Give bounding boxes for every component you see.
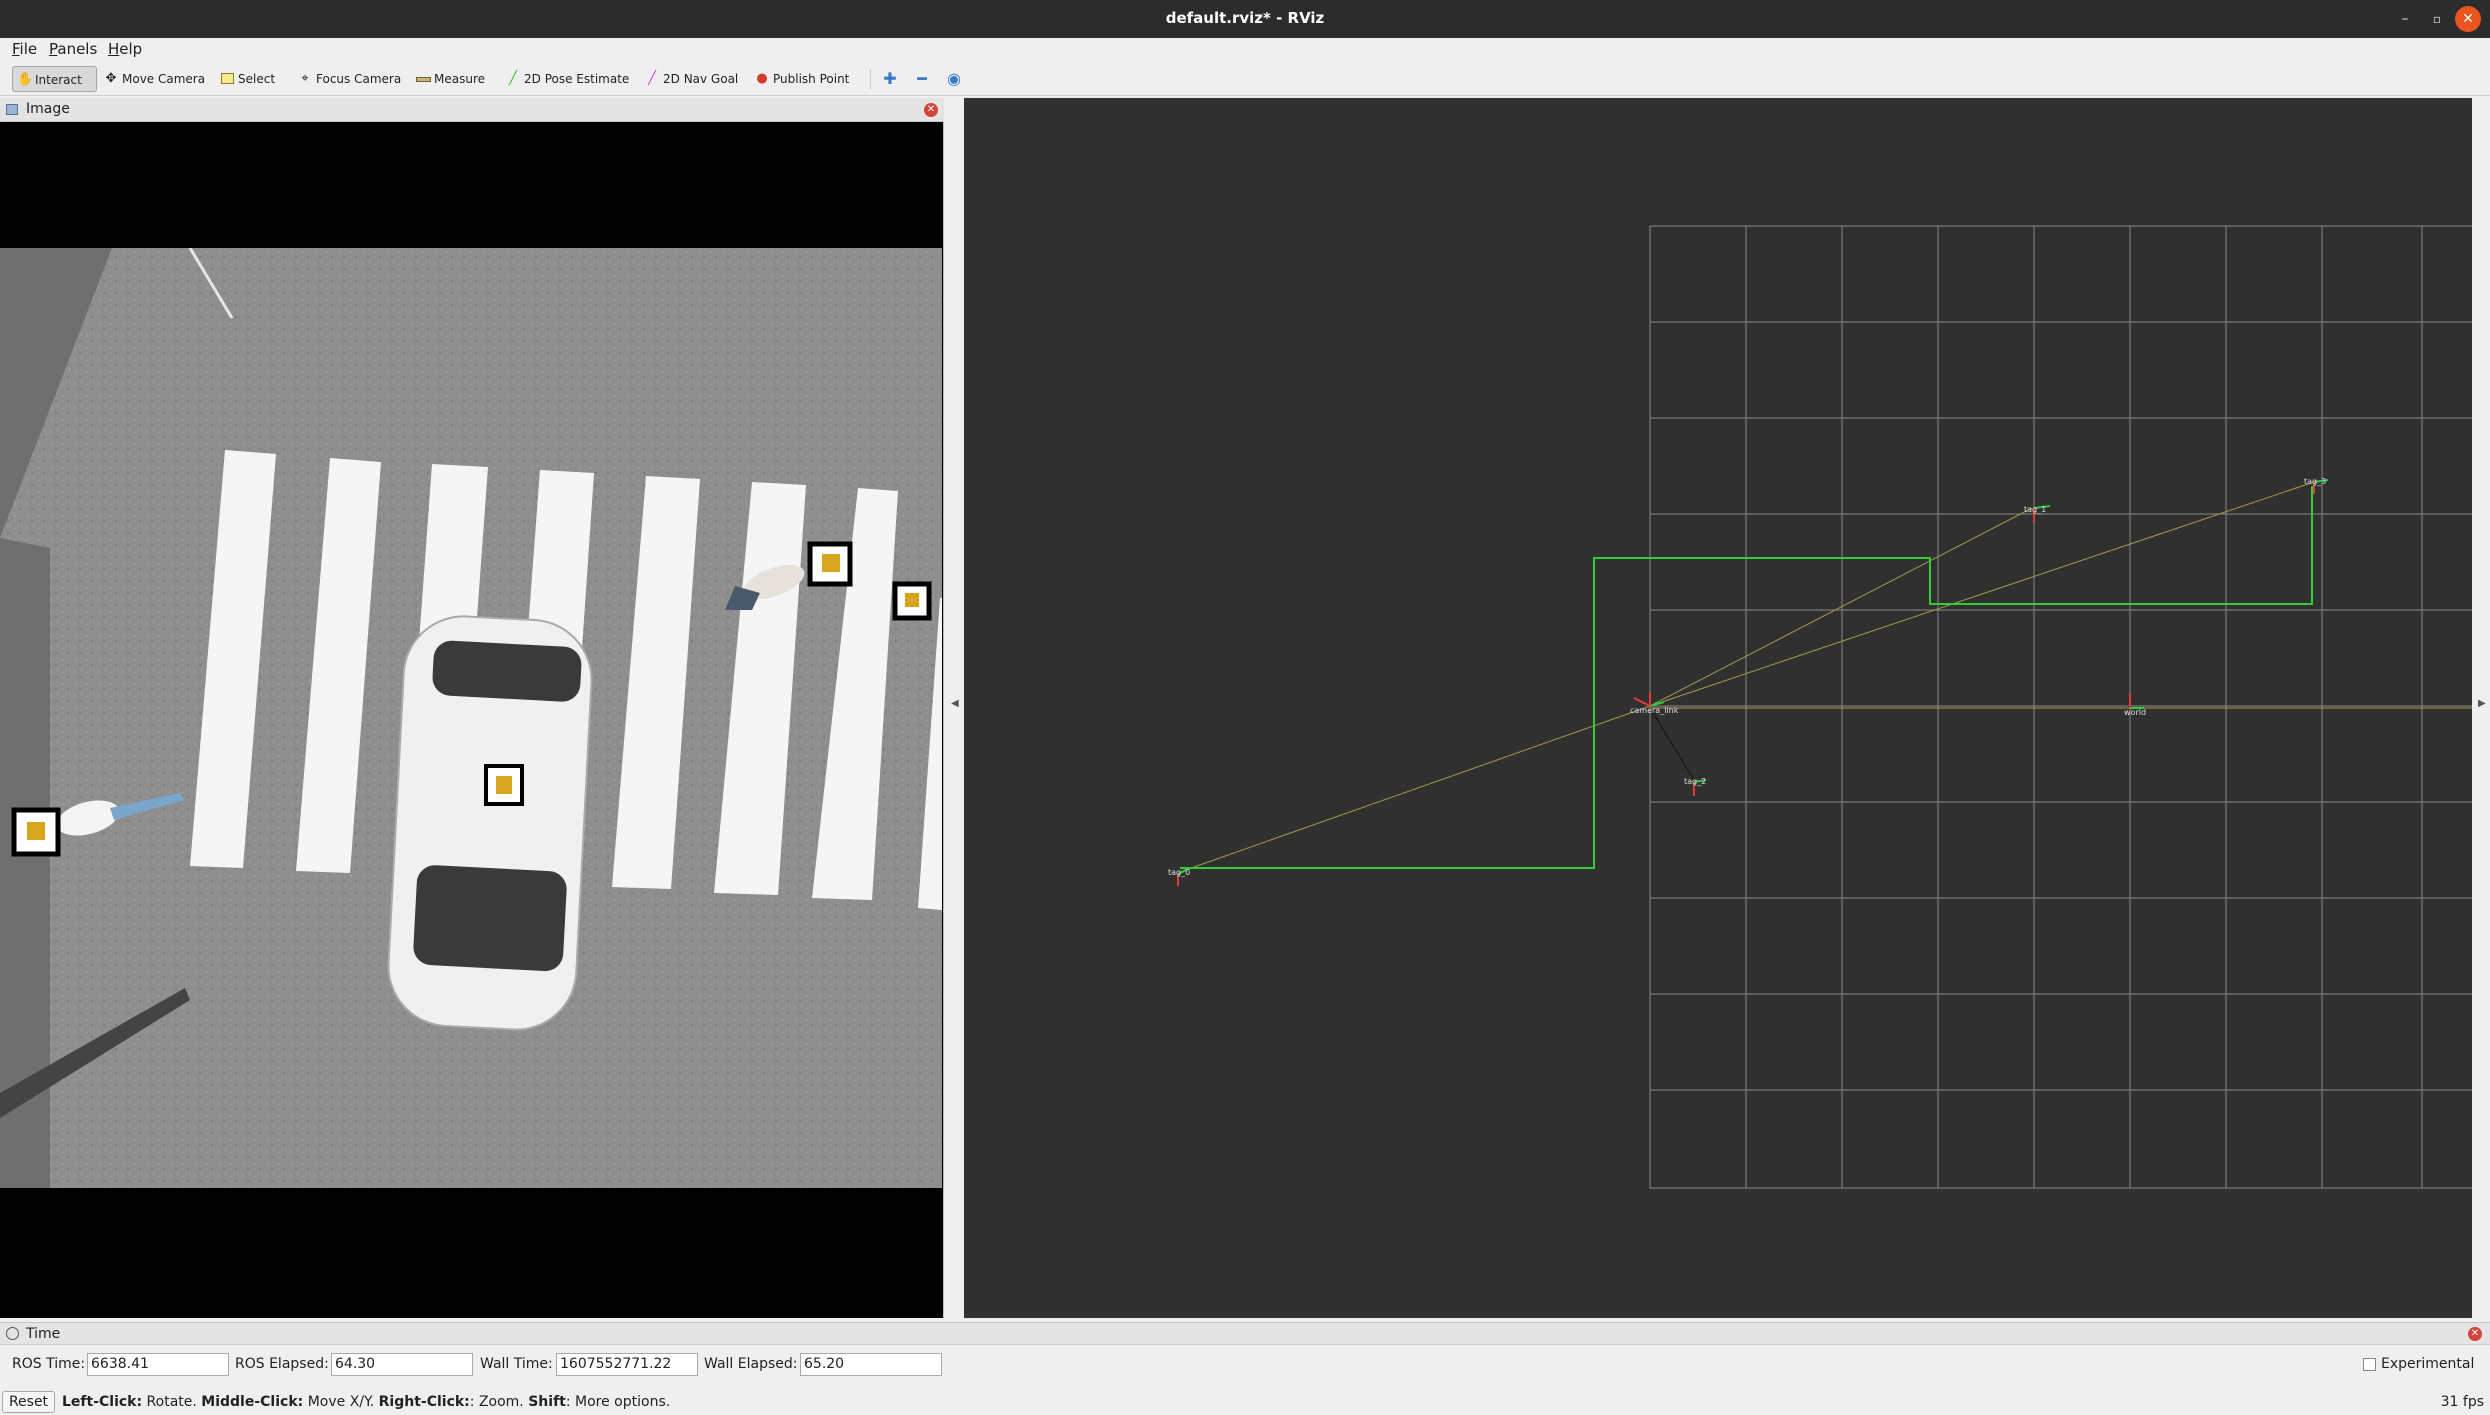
time-panel-close-button[interactable]: ✕: [2468, 1327, 2482, 1341]
maximize-button[interactable]: ▫: [2424, 6, 2450, 32]
nav-goal-tool[interactable]: ╱ 2D Nav Goal: [641, 66, 738, 92]
nav-goal-label: 2D Nav Goal: [663, 72, 739, 86]
move-camera-tool[interactable]: ✥ Move Camera: [100, 66, 206, 92]
image-panel-header: Image ✕: [0, 98, 944, 122]
move-camera-label: Move Camera: [122, 72, 206, 86]
menu-panels-label: anels: [57, 40, 98, 58]
window-titlebar: default.rviz* - RViz – ▫ ✕: [0, 0, 2490, 38]
map-pin-icon: ●: [756, 71, 768, 86]
measure-label: Measure: [434, 72, 485, 86]
menu-help-mnemonic: H: [108, 40, 120, 58]
pose-estimate-label: 2D Pose Estimate: [524, 72, 630, 86]
hint-shift-desc: : More options.: [565, 1394, 671, 1410]
measure-tool[interactable]: Measure: [412, 66, 485, 92]
experimental-label: Experimental: [2381, 1356, 2475, 1372]
frame-label-tag-2: tag_2: [1684, 777, 1706, 786]
ros-time-field[interactable]: 6638.41: [87, 1353, 229, 1376]
interact-label: Interact: [35, 73, 82, 87]
select-label: Select: [238, 72, 276, 86]
hint-left-click: Left-Click:: [62, 1394, 143, 1410]
hint-middle-click-desc: Move X/Y.: [303, 1394, 379, 1410]
reset-button[interactable]: Reset: [2, 1391, 55, 1413]
focus-camera-label: Focus Camera: [316, 72, 402, 86]
ros-elapsed-label: ROS Elapsed:: [235, 1356, 329, 1372]
frame-label-camera: camera_link: [1630, 706, 1679, 715]
minimize-button[interactable]: –: [2392, 6, 2418, 32]
ros-time-label: ROS Time:: [12, 1356, 86, 1372]
ruler-icon: [416, 71, 431, 87]
wall-time-field[interactable]: 1607552771.22: [556, 1353, 698, 1376]
hint-left-click-desc: Rotate.: [142, 1394, 202, 1410]
publish-point-label: Publish Point: [773, 72, 850, 86]
publish-point-tool[interactable]: ● Publish Point: [751, 66, 849, 92]
time-panel-header: Time ✕: [0, 1323, 2490, 1345]
menu-help-label: elp: [119, 40, 143, 58]
focus-crosshair-icon: ⌖: [301, 71, 309, 86]
interact-tool[interactable]: ✋ Interact: [12, 66, 97, 92]
menu-file[interactable]: File: [12, 40, 37, 58]
scene-svg[interactable]: tag_0 tag_1 tag_2 tag_3 camera_link worl…: [964, 98, 2472, 1318]
expand-right-icon[interactable]: ▶: [2478, 698, 2486, 709]
wall-elapsed-field[interactable]: 65.20: [800, 1353, 942, 1376]
status-bar: Reset Left-Click: Rotate. Middle-Click: …: [0, 1390, 2490, 1415]
right-dock-splitter[interactable]: ▶: [2472, 98, 2490, 1318]
render-3d-view[interactable]: tag_0 tag_1 tag_2 tag_3 camera_link worl…: [964, 98, 2472, 1318]
green-arrow-icon: ╱: [509, 71, 517, 86]
menu-bar: File Panels Help: [0, 38, 2490, 60]
move-arrows-icon: ✥: [105, 71, 117, 86]
frame-label-tag-0: tag_0: [1168, 868, 1190, 877]
toolbar-separator: [870, 69, 871, 89]
tool-properties-eye-icon[interactable]: ◉: [945, 70, 963, 88]
frame-label-tag-3: tag_3: [2304, 477, 2326, 486]
pink-arrow-icon: ╱: [648, 71, 656, 86]
frame-label-tag-1: tag_1: [2024, 505, 2046, 514]
wall-elapsed-label: Wall Elapsed:: [704, 1356, 798, 1372]
wall-time-label: Wall Time:: [480, 1356, 553, 1372]
tool-toolbar: ✋ Interact ✥ Move Camera Select ⌖ Focus …: [0, 62, 2490, 96]
image-panel-icon: [6, 104, 18, 115]
remove-tool-icon[interactable]: ━: [913, 70, 931, 88]
add-tool-icon[interactable]: ✚: [881, 70, 899, 88]
window-title: default.rviz* - RViz: [1165, 9, 1325, 27]
menu-file-mnemonic: F: [12, 40, 20, 58]
experimental-checkbox[interactable]: [2363, 1358, 2376, 1371]
camera-image[interactable]: [0, 248, 942, 1188]
fps-counter: 31 fps: [2440, 1394, 2484, 1410]
pose-estimate-tool[interactable]: ╱ 2D Pose Estimate: [502, 66, 629, 92]
select-box-icon: [220, 71, 234, 87]
hint-right-click-desc: : Zoom.: [469, 1394, 529, 1410]
image-panel-title: Image: [26, 101, 70, 117]
close-window-button[interactable]: ✕: [2455, 6, 2481, 32]
select-tool[interactable]: Select: [216, 66, 275, 92]
hand-icon: ✋: [17, 72, 34, 87]
time-panel: Time ✕ ROS Time: 6638.41 ROS Elapsed: 64…: [0, 1322, 2490, 1390]
panel-splitter[interactable]: ◀: [946, 98, 964, 1318]
car: [387, 615, 593, 1031]
image-panel-close-button[interactable]: ✕: [924, 103, 938, 117]
menu-file-label: ile: [19, 40, 38, 58]
hint-middle-click: Middle-Click:: [201, 1394, 304, 1410]
hint-right-click: Right-Click:: [378, 1394, 470, 1410]
status-hint: Left-Click: Rotate. Middle-Click: Move X…: [62, 1394, 670, 1410]
hint-shift: Shift: [528, 1394, 566, 1410]
focus-camera-tool[interactable]: ⌖ Focus Camera: [294, 66, 401, 92]
menu-help[interactable]: Help: [108, 40, 142, 58]
frame-label-world: world: [2124, 708, 2146, 717]
clock-icon: [6, 1327, 19, 1340]
image-panel: Image ✕: [0, 98, 944, 1318]
menu-panels[interactable]: Panels: [49, 40, 97, 58]
collapse-left-icon[interactable]: ◀: [951, 698, 959, 709]
ros-elapsed-field[interactable]: 64.30: [331, 1353, 473, 1376]
time-panel-title: Time: [26, 1326, 61, 1342]
